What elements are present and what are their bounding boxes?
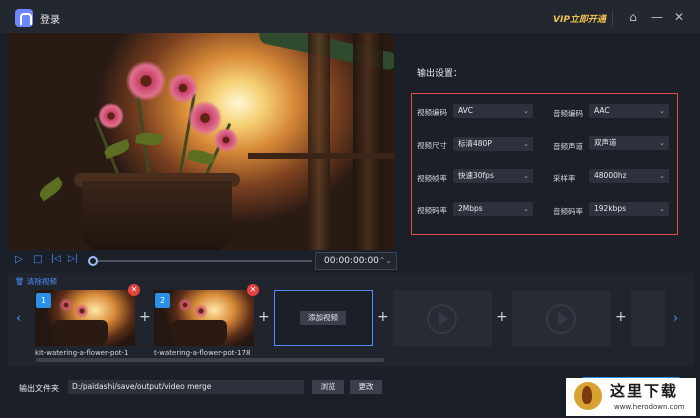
video-codec-select[interactable]: AVC ⌄	[453, 104, 533, 118]
background-tree	[308, 33, 330, 250]
output-folder-field[interactable]: D:/paidashi/save/output/video merge	[68, 380, 304, 394]
plus-icon: +	[139, 309, 151, 325]
player-controls: ▷ □ |◁ ▷| 00:00:00:00 ⌃⌄	[8, 250, 397, 272]
empty-clip-slot	[631, 290, 665, 346]
video-size-value: 标清480P	[458, 139, 492, 148]
play-placeholder-icon	[546, 304, 576, 334]
audio-codec-value: AAC	[594, 106, 610, 115]
video-bitrate-label: 视频码率	[417, 206, 447, 215]
plus-icon: +	[258, 309, 270, 325]
thumbnail-flower	[194, 304, 208, 318]
thumbnail-flower	[75, 304, 89, 318]
chevron-down-icon: ⌄	[659, 107, 665, 115]
chevron-down-icon: ⌄	[523, 205, 529, 213]
leaf	[102, 138, 132, 160]
home-icon[interactable]: ⌂	[624, 8, 642, 26]
app-logo-icon	[15, 9, 33, 27]
plus-icon: +	[615, 309, 627, 325]
chevron-down-icon: ⌄	[523, 172, 529, 180]
frame-rate-select[interactable]: 快速30fps ⌄	[453, 169, 533, 183]
video-size-label: 视频尺寸	[417, 141, 447, 150]
audio-codec-select[interactable]: AAC ⌄	[589, 104, 669, 118]
chevron-down-icon: ⌄	[659, 172, 665, 180]
stop-icon[interactable]: □	[33, 254, 42, 265]
change-button[interactable]: 更改	[350, 380, 382, 394]
background-tree	[353, 33, 383, 250]
vip-activate-button[interactable]: VIP立即开通	[553, 12, 606, 25]
video-size-select[interactable]: 标清480P ⌄	[453, 137, 533, 151]
audio-bitrate-label: 音频码率	[553, 207, 583, 216]
output-folder-label: 输出文件夹	[19, 384, 59, 393]
audio-channel-label: 音频声道	[553, 142, 583, 151]
clip-index-badge: 1	[36, 293, 51, 308]
chevron-down-icon: ⌄	[523, 140, 529, 148]
chevron-down-icon: ⌄	[659, 139, 665, 147]
flower	[98, 103, 124, 129]
login-link[interactable]: 登录	[40, 11, 60, 26]
flower	[214, 128, 238, 152]
video-codec-value: AVC	[458, 106, 474, 115]
audio-bitrate-select[interactable]: 192kbps ⌄	[589, 202, 669, 216]
timecode-value: 00:00:00:00	[324, 256, 379, 266]
delete-clip-icon[interactable]: ✕	[247, 284, 259, 296]
scroll-left-icon[interactable]: ‹	[16, 311, 21, 326]
watermark-logo-icon	[574, 382, 602, 410]
watermark-text: 这里下载	[610, 382, 679, 400]
scroll-right-icon[interactable]: ›	[673, 311, 678, 326]
video-bitrate-value: 2Mbps	[458, 204, 483, 213]
clip-strip-scrollbar[interactable]	[36, 358, 384, 362]
close-icon[interactable]: ✕	[670, 8, 688, 26]
clip-index-badge: 2	[155, 293, 170, 308]
flower	[168, 73, 198, 103]
clip-filename: t-watering-a-flower-pot-178	[154, 349, 251, 357]
browse-button[interactable]: 浏览	[312, 380, 344, 394]
next-frame-icon[interactable]: ▷|	[68, 254, 78, 264]
thumbnail-flower	[59, 298, 73, 312]
titlebar-divider	[612, 10, 613, 26]
play-icon[interactable]: ▷	[15, 254, 23, 265]
flower	[126, 61, 166, 101]
audio-channel-select[interactable]: 双声道 ⌄	[589, 136, 669, 150]
sample-rate-label: 采样率	[553, 174, 576, 183]
add-video-button[interactable]: 添加视频	[300, 311, 346, 325]
leaf	[135, 131, 163, 147]
previous-frame-icon[interactable]: |◁	[51, 254, 61, 264]
background-fence	[248, 153, 394, 159]
clear-videos-button[interactable]: 🗑 清除视频	[15, 276, 57, 287]
empty-clip-slot	[512, 290, 611, 346]
frame-rate-value: 快速30fps	[458, 171, 494, 180]
progress-handle[interactable]	[88, 256, 98, 266]
thumbnail-flower	[178, 298, 192, 312]
sample-rate-select[interactable]: 48000hz ⌄	[589, 169, 669, 183]
video-bitrate-select[interactable]: 2Mbps ⌄	[453, 202, 533, 216]
video-preview	[8, 33, 394, 250]
flower-pot	[82, 181, 232, 250]
clear-videos-label: 清除视频	[26, 277, 57, 286]
sample-rate-value: 48000hz	[594, 171, 627, 180]
minimize-icon[interactable]: —	[648, 8, 666, 26]
plus-icon: +	[377, 309, 389, 325]
timecode-field[interactable]: 00:00:00:00 ⌃⌄	[315, 252, 397, 270]
audio-channel-value: 双声道	[594, 138, 617, 147]
delete-clip-icon[interactable]: ✕	[128, 284, 140, 296]
leaf	[36, 176, 66, 202]
timecode-spinner-icon[interactable]: ⌃⌄	[379, 253, 392, 269]
audio-bitrate-value: 192kbps	[594, 204, 627, 213]
video-codec-label: 视频编码	[417, 108, 447, 117]
watermark-url: www.herodown.com	[614, 403, 685, 411]
flower	[188, 101, 222, 135]
frame-rate-label: 视频帧率	[417, 174, 447, 183]
progress-track[interactable]	[94, 260, 312, 262]
plus-icon: +	[496, 309, 508, 325]
clip-filename: kit-watering-a-flower-pot-1	[35, 349, 129, 357]
play-placeholder-icon	[427, 304, 457, 334]
audio-codec-label: 音频编码	[553, 109, 583, 118]
trash-icon: 🗑	[15, 277, 25, 286]
output-settings-title: 输出设置：	[417, 69, 463, 79]
chevron-down-icon: ⌄	[523, 107, 529, 115]
title-bar: 登录 VIP立即开通 ⌂ — ✕	[0, 0, 700, 33]
chevron-down-icon: ⌄	[659, 205, 665, 213]
empty-clip-slot	[393, 290, 492, 346]
